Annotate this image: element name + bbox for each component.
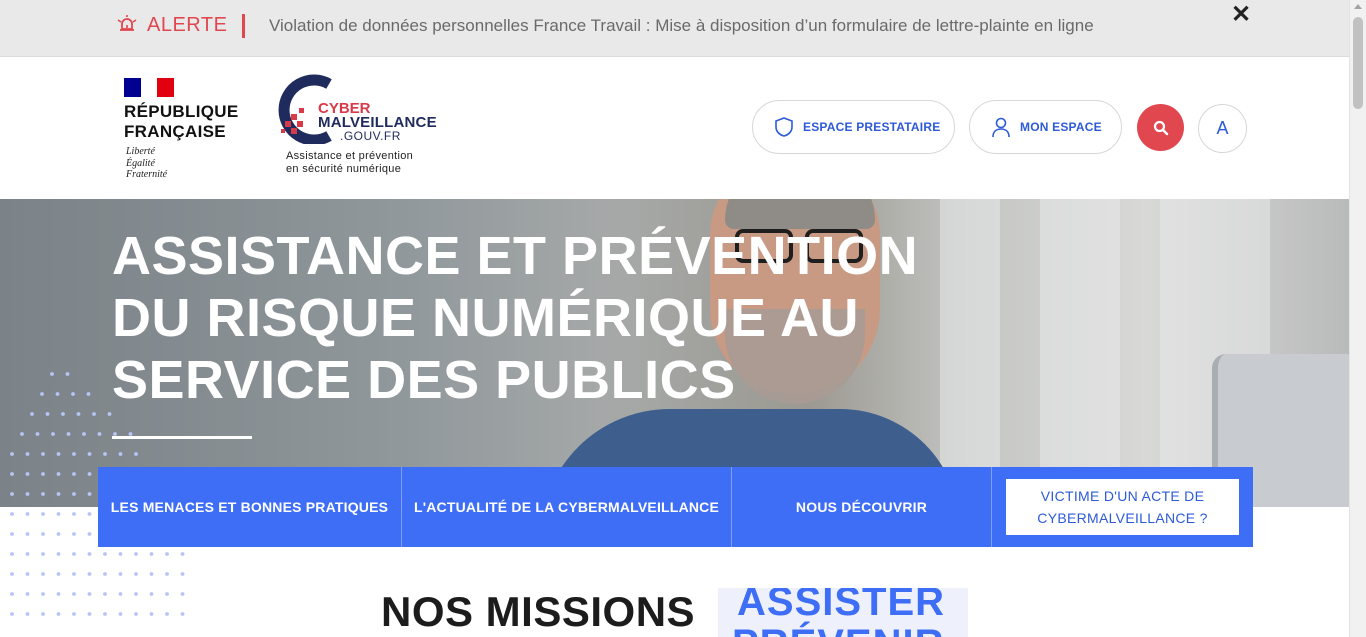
alert-separator xyxy=(242,14,245,38)
logo-tagline-line2: en sécurité numérique xyxy=(286,163,402,175)
missions-rotating-words: ASSISTER PRÉVENIR xyxy=(718,588,968,637)
espace-prestataire-label: ESPACE PRESTATAIRE xyxy=(803,120,941,134)
missions-word-prevenir: PRÉVENIR xyxy=(732,622,945,637)
republique-name-line1: RÉPUBLIQUE xyxy=(124,102,239,121)
motto-fraternite: Fraternité xyxy=(126,169,168,180)
scroll-up-arrow-icon[interactable] xyxy=(1354,4,1362,9)
alert-banner: ALERTE Violation de données personnelles… xyxy=(0,0,1349,57)
hero-title-line2: DU RISQUE NUMÉRIQUE AU xyxy=(112,288,860,348)
missions-word-assister: ASSISTER xyxy=(737,588,946,624)
hero-title-line1: ASSISTANCE ET PRÉVENTION xyxy=(112,226,919,286)
logo-tagline-line1: Assistance et prévention xyxy=(286,150,414,162)
shield-icon xyxy=(775,117,793,137)
republique-name-line2: FRANÇAISE xyxy=(124,122,226,141)
user-icon xyxy=(992,117,1010,138)
hero-title: ASSISTANCE ET PRÉVENTION DU RISQUE NUMÉR… xyxy=(112,225,972,411)
nav-victim-container: VICTIME D'UN ACTE DE CYBERMALVEILLANCE ? xyxy=(992,467,1253,547)
nav-menaces-bonnes-pratiques[interactable]: LES MENACES ET BONNES PRATIQUES xyxy=(98,467,402,547)
mon-espace-button[interactable]: MON ESPACE xyxy=(969,100,1122,154)
logo-tagline: Assistance et prévention en sécurité num… xyxy=(286,150,413,176)
alert-message-link[interactable]: Violation de données personnelles France… xyxy=(269,16,1094,36)
close-icon[interactable]: ✕ xyxy=(1229,3,1253,27)
bell-alert-icon xyxy=(117,15,137,31)
motto-liberte: Liberté xyxy=(126,146,155,157)
main-navigation: LES MENACES ET BONNES PRATIQUES L'ACTUAL… xyxy=(98,467,1253,547)
espace-prestataire-button[interactable]: ESPACE PRESTATAIRE xyxy=(752,100,955,154)
republique-marianne-logo[interactable] xyxy=(124,78,175,97)
republique-motto: Liberté Égalité Fraternité xyxy=(126,146,167,181)
search-button[interactable] xyxy=(1137,104,1184,151)
hero-title-line3: SERVICE DES PUBLICS xyxy=(112,350,736,410)
nav-nous-decouvrir[interactable]: NOUS DÉCOUVRIR xyxy=(732,467,992,547)
search-icon xyxy=(1153,120,1168,135)
page: ALERTE Violation de données personnelles… xyxy=(0,0,1366,637)
scrollbar-thumb[interactable] xyxy=(1353,17,1363,109)
nav-actualite-cybermalveillance[interactable]: L'ACTUALITÉ DE LA CYBERMALVEILLANCE xyxy=(402,467,732,547)
victim-button-line2: CYBERMALVEILLANCE ? xyxy=(1037,510,1208,526)
republique-francaise-name: RÉPUBLIQUE FRANÇAISE xyxy=(124,102,238,142)
victim-button-line1: VICTIME D'UN ACTE DE xyxy=(1040,488,1205,504)
site-header: RÉPUBLIQUE FRANÇAISE Liberté Égalité Fra… xyxy=(0,57,1349,199)
victim-button[interactable]: VICTIME D'UN ACTE DE CYBERMALVEILLANCE ? xyxy=(1006,479,1239,535)
page-scrollbar[interactable] xyxy=(1349,0,1366,637)
mon-espace-label: MON ESPACE xyxy=(1020,120,1102,134)
missions-title: NOS MISSIONS xyxy=(381,588,696,635)
alert-label: ALERTE xyxy=(147,14,228,36)
accessibility-button[interactable]: A xyxy=(1198,104,1247,153)
logo-word-malveillance: MALVEILLANCE xyxy=(318,114,437,131)
motto-egalite: Égalité xyxy=(126,157,155,169)
logo-word-gouv: .GOUV.FR xyxy=(340,129,401,143)
